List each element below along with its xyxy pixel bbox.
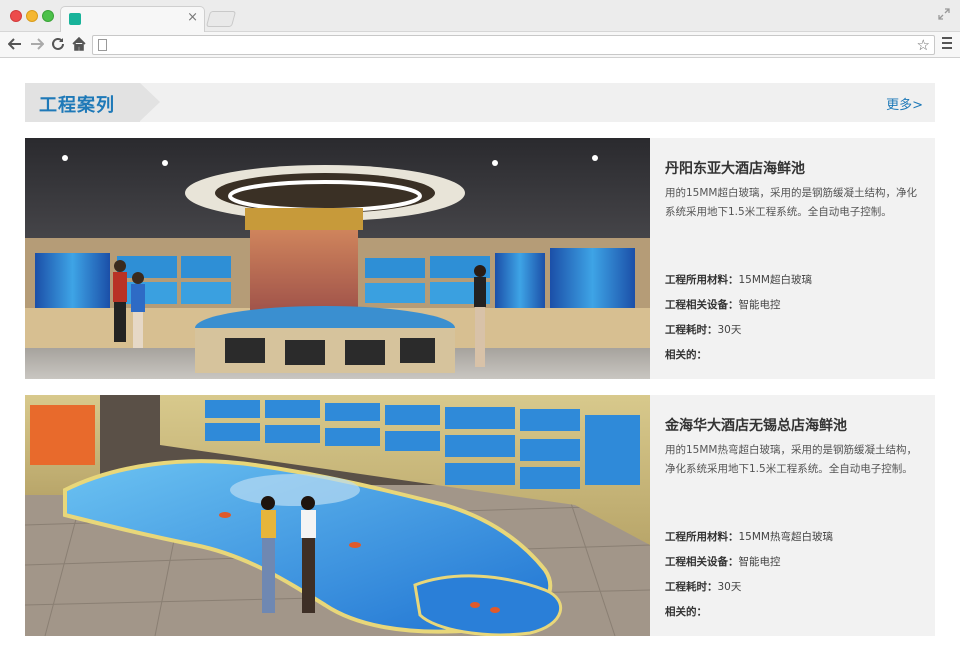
spec-equipment: 工程相关设备：智能电控: [665, 299, 781, 311]
case-title[interactable]: 丹阳东亚大酒店海鲜池: [665, 158, 805, 178]
menu-icon[interactable]: [942, 37, 952, 52]
reload-icon[interactable]: [51, 37, 65, 51]
spec-material: 工程所用材料：15MM热弯超白玻璃: [665, 531, 833, 543]
spec-material: 工程所用材料：15MM超白玻璃: [665, 274, 812, 286]
case-description: 用的15MM超白玻璃，采用的是钢筋缓凝土结构，净化系统采用地下1.5米工程系统。…: [665, 187, 917, 218]
fullscreen-icon[interactable]: [938, 8, 950, 20]
forward-icon[interactable]: [30, 38, 44, 50]
minimize-window-button[interactable]: [26, 10, 38, 22]
close-window-button[interactable]: [10, 10, 22, 22]
section-header: 工程案列 更多>: [25, 83, 935, 122]
spec-related: 相关的：: [665, 349, 707, 361]
maximize-window-button[interactable]: [42, 10, 54, 22]
spec-equipment: 工程相关设备：智能电控: [665, 556, 781, 568]
case-title[interactable]: 金海华大酒店无锡总店海鲜池: [665, 415, 847, 435]
spec-related: 相关的：: [665, 606, 707, 618]
case-card[interactable]: 金海华大酒店无锡总店海鲜池 用的15MM热弯超白玻璃，采用的是钢筋缓凝土结构，净…: [25, 395, 935, 636]
more-link[interactable]: 更多>: [886, 94, 923, 113]
spec-duration: 工程耗时：30天: [665, 324, 742, 336]
case-image-seafood-pools[interactable]: [25, 395, 650, 636]
browser-titlebar: ×: [0, 0, 960, 32]
spec-duration: 工程耗时：30天: [665, 581, 742, 593]
case-card[interactable]: 丹阳东亚大酒店海鲜池 用的15MM超白玻璃，采用的是钢筋缓凝土结构，净化系统采用…: [25, 138, 935, 379]
browser-tab[interactable]: ×: [60, 6, 205, 32]
case-description: 用的15MM热弯超白玻璃，采用的是钢筋缓凝土结构，净化系统采用地下1.5米工程系…: [665, 444, 917, 475]
tab-close-icon[interactable]: ×: [187, 10, 198, 26]
star-icon[interactable]: ☆: [917, 36, 930, 54]
page-icon: [98, 39, 107, 51]
case-image-hotel-lobby-aquarium[interactable]: [25, 138, 650, 379]
section-title: 工程案列: [39, 95, 115, 116]
case-info: 金海华大酒店无锡总店海鲜池 用的15MM热弯超白玻璃，采用的是钢筋缓凝土结构，净…: [665, 395, 927, 636]
address-bar[interactable]: ☆: [92, 35, 935, 55]
home-icon[interactable]: [72, 37, 86, 51]
browser-toolbar: ☆: [0, 32, 960, 58]
back-icon[interactable]: [8, 38, 22, 50]
favicon-icon: [69, 13, 81, 25]
section-title-tab: 工程案列: [25, 83, 160, 122]
new-tab-button[interactable]: [205, 11, 237, 27]
case-info: 丹阳东亚大酒店海鲜池 用的15MM超白玻璃，采用的是钢筋缓凝土结构，净化系统采用…: [665, 138, 927, 379]
